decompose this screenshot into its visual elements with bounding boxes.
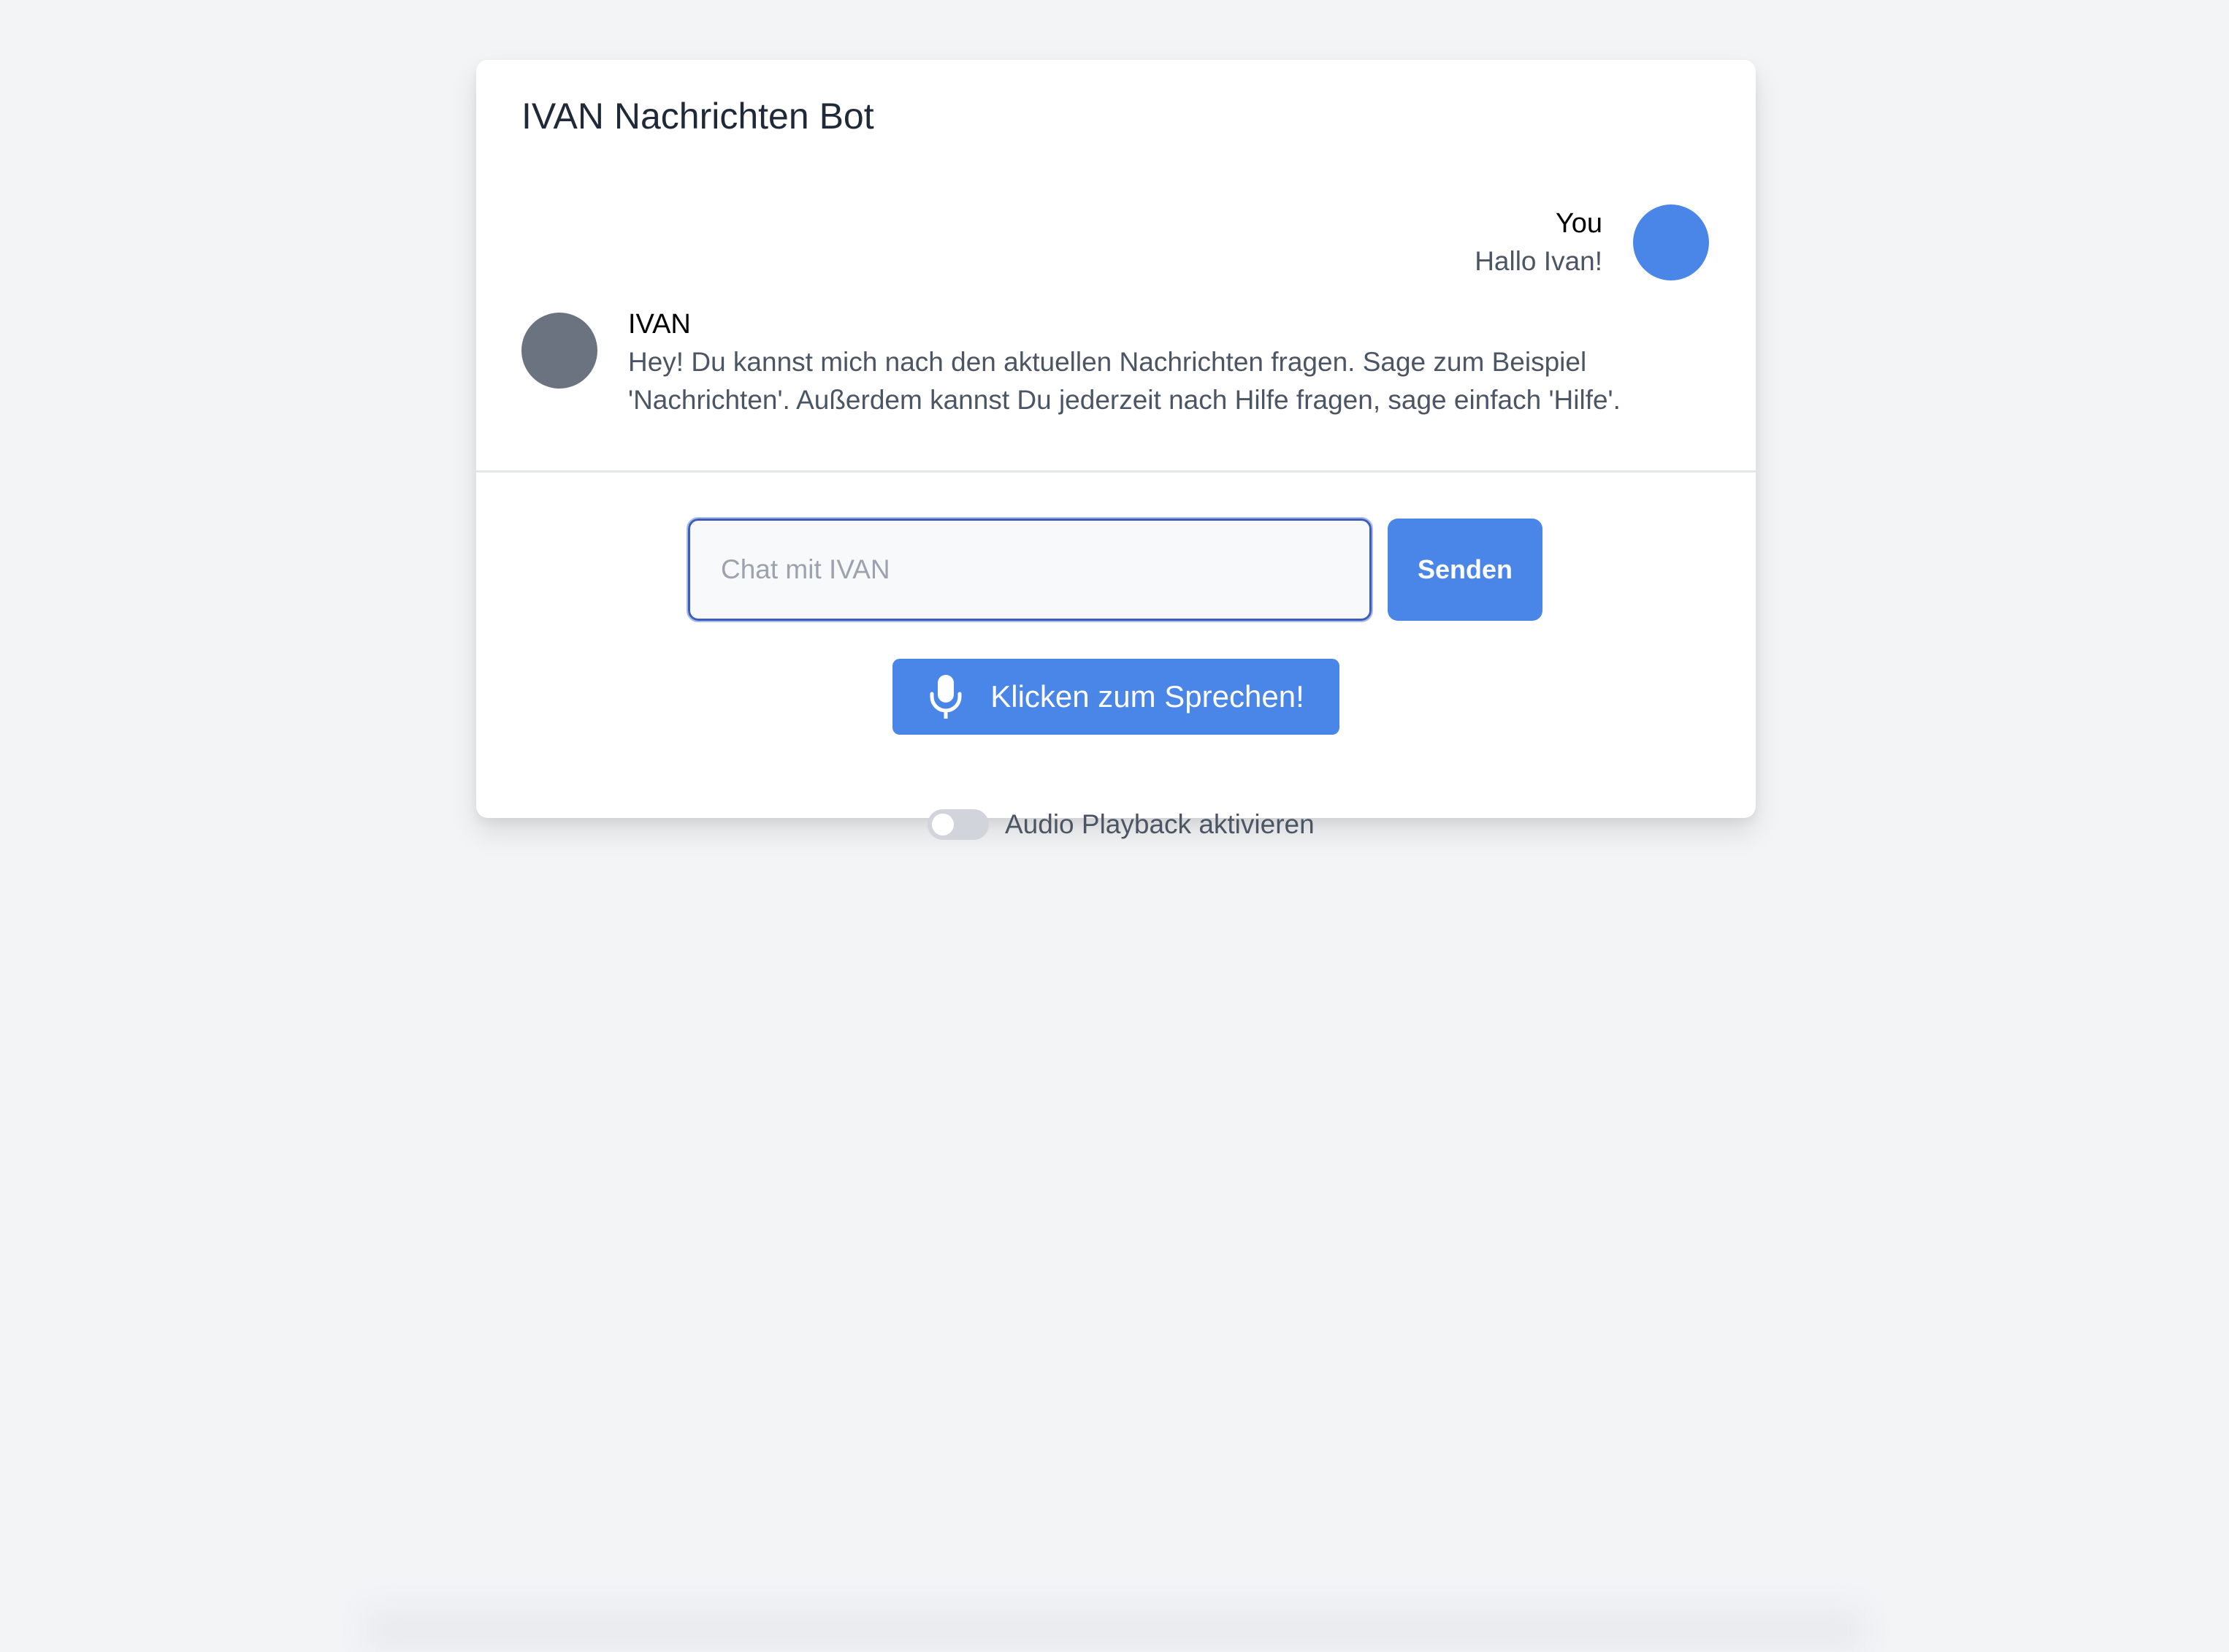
message-user-content: You Hallo Ivan! xyxy=(1475,204,1602,280)
chat-input[interactable] xyxy=(687,517,1373,622)
divider xyxy=(476,470,1756,473)
speak-button[interactable]: Klicken zum Sprechen! xyxy=(892,659,1339,735)
message-text: Hallo Ivan! xyxy=(1475,246,1602,276)
audio-playback-toggle-row: Audio Playback aktivieren xyxy=(928,809,1315,840)
message-user: You Hallo Ivan! xyxy=(1475,204,1709,280)
chat-card: IVAN Nachrichten Bot You Hallo Ivan! IVA… xyxy=(476,60,1756,840)
audio-playback-label: Audio Playback aktivieren xyxy=(1005,809,1315,839)
bot-avatar xyxy=(521,313,597,389)
audio-playback-toggle[interactable] xyxy=(928,809,989,840)
user-avatar xyxy=(1633,204,1709,280)
bottom-shadow xyxy=(365,1608,1864,1652)
message-sender: IVAN xyxy=(628,309,691,340)
message-text: Hey! Du kannst mich nach den aktuellen N… xyxy=(628,347,1621,415)
speak-button-label: Klicken zum Sprechen! xyxy=(990,679,1304,714)
toggle-knob xyxy=(932,814,954,835)
send-button[interactable]: Senden xyxy=(1388,519,1542,621)
page-title: IVAN Nachrichten Bot xyxy=(521,96,874,137)
message-bot-content: IVAN Hey! Du kannst mich nach den aktuel… xyxy=(628,305,1694,419)
microphone-icon xyxy=(928,673,964,720)
message-sender: You xyxy=(1555,208,1602,239)
message-bot: IVAN Hey! Du kannst mich nach den aktuel… xyxy=(521,309,1694,419)
